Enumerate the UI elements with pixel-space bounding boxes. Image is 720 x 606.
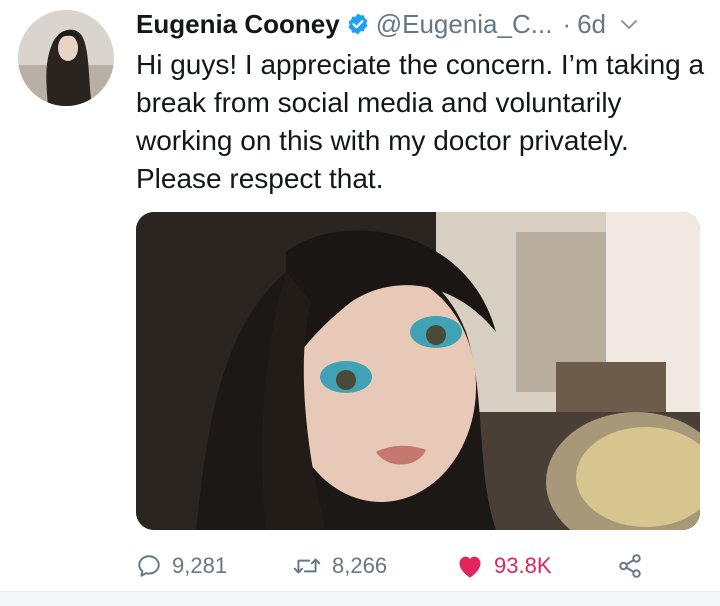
like-button[interactable]: 93.8K: [456, 553, 616, 579]
share-button[interactable]: [616, 553, 644, 579]
retweet-icon: [293, 558, 321, 574]
retweet-button[interactable]: 8,266: [292, 553, 456, 579]
tweet-text: Hi guys! I appreciate the concern. I’m t…: [136, 49, 705, 194]
timestamp[interactable]: 6d: [577, 9, 606, 40]
heart-icon: [459, 556, 481, 578]
verified-badge-icon: [346, 12, 370, 36]
retweet-count: 8,266: [332, 553, 388, 578]
display-name[interactable]: Eugenia Cooney: [136, 9, 340, 40]
tweet-photo[interactable]: [136, 212, 700, 530]
reply-button[interactable]: 9,281: [136, 553, 292, 579]
avatar-image: [18, 10, 114, 106]
tweet-header: Eugenia Cooney @Eugenia_C... · 6d: [136, 6, 700, 42]
like-count: 93.8K: [494, 553, 552, 578]
divider: [0, 591, 720, 606]
tweet-actions: 9,281 8,266 93.8K: [136, 548, 700, 584]
reply-count: 9,281: [172, 553, 228, 578]
photo-image: [136, 212, 700, 530]
user-handle[interactable]: @Eugenia_C...: [376, 9, 553, 40]
chevron-down-icon[interactable]: [618, 13, 640, 35]
share-icon: [619, 554, 641, 578]
separator-dot: ·: [562, 8, 572, 39]
avatar[interactable]: [18, 10, 114, 106]
reply-icon: [138, 555, 160, 577]
